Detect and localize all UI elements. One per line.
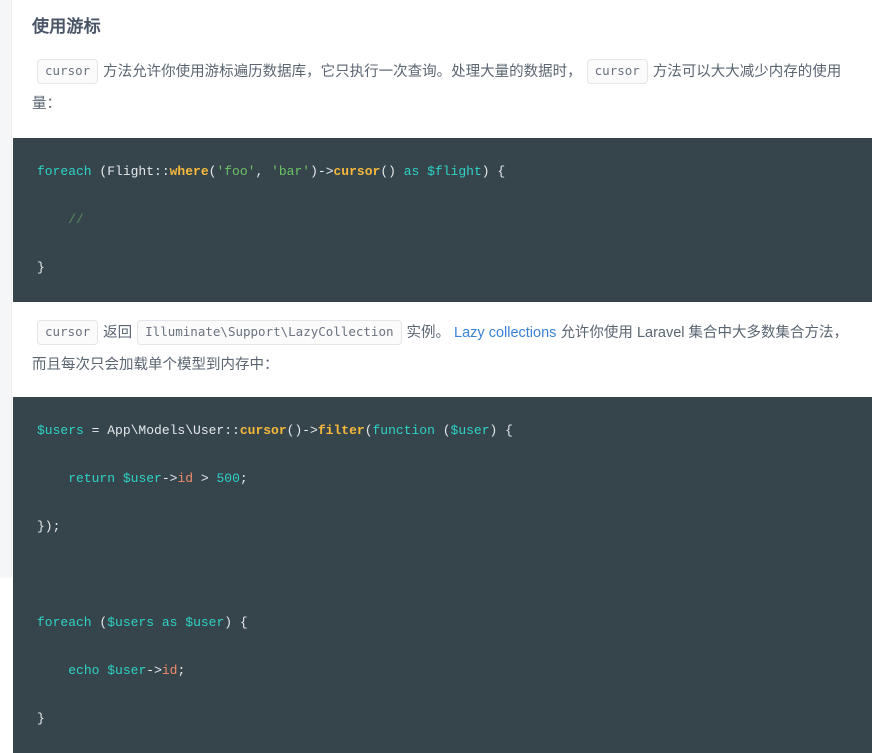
code-token: > <box>193 471 217 486</box>
code-token: () <box>380 164 404 179</box>
code-token: } <box>37 260 45 275</box>
code-line: } <box>37 256 872 280</box>
code-block-filter-cursor[interactable]: $users = App\Models\User::cursor()->filt… <box>13 397 872 753</box>
code-token: $users <box>37 423 84 438</box>
code-line: return $user->id > 500; <box>37 467 872 491</box>
code-token: as <box>403 164 420 179</box>
code-content-2: $users = App\Models\User::cursor()->filt… <box>37 419 872 731</box>
code-token: id <box>161 663 178 678</box>
code-token: id <box>177 471 194 486</box>
code-token: ( <box>91 615 108 630</box>
inline-code-cursor-1: cursor <box>37 59 99 84</box>
code-block-foreach-cursor[interactable]: foreach (Flight::where('foo', 'bar')->cu… <box>13 138 872 302</box>
code-line: $users = App\Models\User::cursor()->filt… <box>37 419 872 443</box>
link-lazy-collections[interactable]: Lazy collections <box>454 325 556 341</box>
code-content-1: foreach (Flight::where('foo', 'bar')->cu… <box>37 160 872 280</box>
code-token: }); <box>37 519 61 534</box>
code-token: -> <box>161 471 178 486</box>
code-token: echo <box>68 663 100 678</box>
code-token: where <box>169 164 209 179</box>
code-token: filter <box>317 423 365 438</box>
inline-code-cursor-3: cursor <box>37 320 99 345</box>
code-token: foreach <box>37 615 92 630</box>
code-token: ()-> <box>286 423 318 438</box>
code-token: return <box>68 471 116 486</box>
code-token: $flight <box>427 164 482 179</box>
code-token: ; <box>177 663 186 678</box>
code-token: $users <box>107 615 155 630</box>
documentation-page: 使用游标 cursor 方法允许你使用游标遍历数据库，它只执行一次查询。处理大量的… <box>0 0 872 753</box>
code-token: 500 <box>216 471 240 486</box>
code-token: = App\Models\User:: <box>83 423 240 438</box>
inline-code-lazycollection: Illuminate\Support\LazyCollection <box>137 320 402 345</box>
paragraph-1-text-1: 方法允许你使用游标遍历数据库，它只执行一次查询。处理大量的数据时， <box>103 64 582 80</box>
code-token: (Flight:: <box>91 164 170 179</box>
code-token: ) { <box>481 164 506 179</box>
code-line: foreach ($users as $user) { <box>37 611 872 635</box>
inline-code-cursor-2: cursor <box>586 59 648 84</box>
paragraph-2-text-1: 返回 <box>103 325 133 341</box>
code-token: $user <box>122 471 162 486</box>
code-line: // <box>37 208 872 232</box>
code-token: foreach <box>37 164 92 179</box>
paragraph-cursor-intro: cursor 方法允许你使用游标遍历数据库，它只执行一次查询。处理大量的数据时， c… <box>13 40 872 120</box>
code-token: -> <box>146 663 162 678</box>
code-line: }); <box>37 515 872 539</box>
code-token: ) { <box>224 615 248 630</box>
code-token: $user <box>450 423 490 438</box>
code-token: ( <box>434 423 451 438</box>
code-token: 'bar' <box>271 164 311 179</box>
code-token: )-> <box>310 164 334 179</box>
page-title: 使用游标 <box>32 17 101 36</box>
code-token: $user <box>107 663 147 678</box>
code-token: ( <box>364 423 373 438</box>
paragraph-lazy-collection: cursor 返回 Illuminate\Support\LazyCollectio… <box>13 302 872 381</box>
code-token: ; <box>239 471 248 486</box>
code-token: // <box>68 212 84 227</box>
code-token: $user <box>185 615 225 630</box>
code-line: echo $user->id; <box>37 659 872 683</box>
code-token: , <box>255 164 272 179</box>
code-token: } <box>37 711 45 726</box>
code-line: } <box>37 707 872 731</box>
code-token: function <box>372 423 435 438</box>
code-token: cursor <box>239 423 287 438</box>
doc-content: 使用游标 cursor 方法允许你使用游标遍历数据库，它只执行一次查询。处理大量的… <box>13 0 872 753</box>
left-rail <box>0 0 12 578</box>
paragraph-2-text-2: 实例。 <box>406 325 451 341</box>
code-token: as <box>161 615 178 630</box>
code-token: ) { <box>489 423 513 438</box>
code-line: foreach (Flight::where('foo', 'bar')->cu… <box>37 160 872 184</box>
code-token: cursor <box>333 164 381 179</box>
code-token: 'foo' <box>216 164 256 179</box>
